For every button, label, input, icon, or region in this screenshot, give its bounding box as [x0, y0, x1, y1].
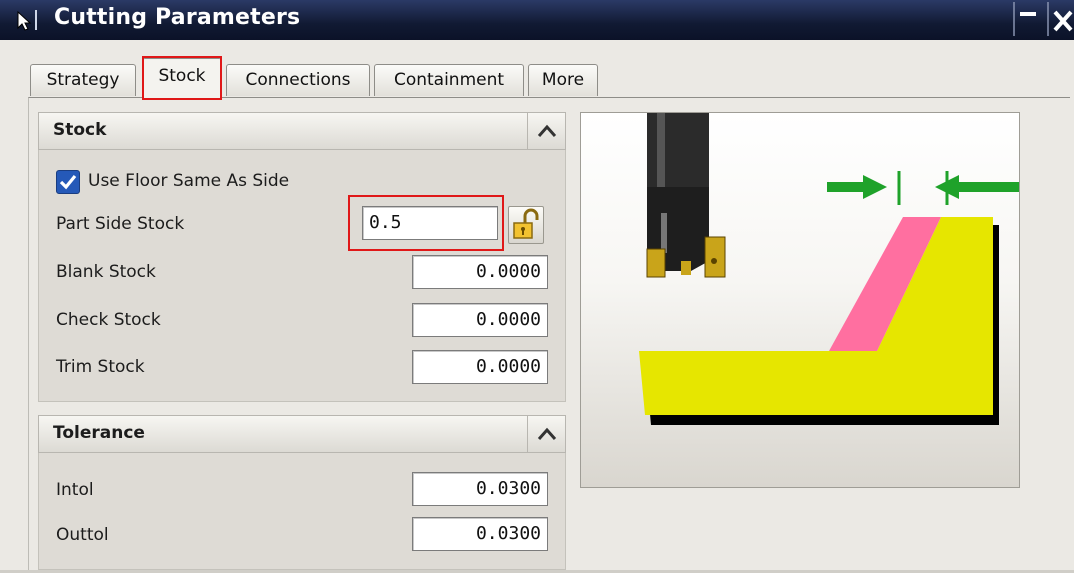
- checkmark-icon: [59, 174, 77, 190]
- check-stock-label: Check Stock: [56, 310, 161, 330]
- tolerance-group-body: [38, 453, 566, 570]
- blank-stock-label: Blank Stock: [56, 262, 156, 282]
- intol-field[interactable]: 0.0300: [412, 472, 548, 506]
- chevron-up-icon[interactable]: [527, 415, 565, 453]
- tolerance-group-header[interactable]: Tolerance: [38, 415, 566, 453]
- chevron-up-icon[interactable]: [527, 112, 565, 150]
- outtol-field[interactable]: 0.0300: [412, 517, 548, 551]
- tab-connections[interactable]: Connections: [226, 64, 370, 96]
- tolerance-group-title: Tolerance: [53, 423, 145, 443]
- use-floor-same-as-side-label: Use Floor Same As Side: [88, 171, 290, 191]
- title-bar: Cutting Parameters: [0, 0, 1074, 40]
- trim-stock-label: Trim Stock: [56, 357, 145, 377]
- close-icon[interactable]: [1046, 2, 1074, 36]
- minimize-icon[interactable]: [1012, 2, 1042, 36]
- unlocked-padlock-icon[interactable]: [508, 206, 544, 244]
- tab-containment[interactable]: Containment: [374, 64, 524, 96]
- stock-preview-image: [580, 112, 1020, 488]
- window-title: Cutting Parameters: [54, 5, 301, 30]
- use-floor-same-as-side-checkbox[interactable]: [56, 170, 80, 194]
- blank-stock-field[interactable]: 0.0000: [412, 255, 548, 289]
- stock-group-header[interactable]: Stock: [38, 112, 566, 150]
- cursor-arrow-icon: [17, 10, 37, 31]
- intol-label: Intol: [56, 480, 94, 500]
- trim-stock-field[interactable]: 0.0000: [412, 350, 548, 384]
- part-side-stock-label: Part Side Stock: [56, 214, 185, 234]
- check-stock-field[interactable]: 0.0000: [412, 303, 548, 337]
- tab-stock[interactable]: Stock: [142, 58, 222, 98]
- stock-group-title: Stock: [53, 120, 107, 140]
- tab-more[interactable]: More: [528, 64, 598, 96]
- part-side-stock-field[interactable]: 0.5: [362, 206, 498, 240]
- cutting-tool-diagram: [639, 113, 1019, 425]
- outtol-label: Outtol: [56, 525, 109, 545]
- tab-strategy[interactable]: Strategy: [30, 64, 136, 96]
